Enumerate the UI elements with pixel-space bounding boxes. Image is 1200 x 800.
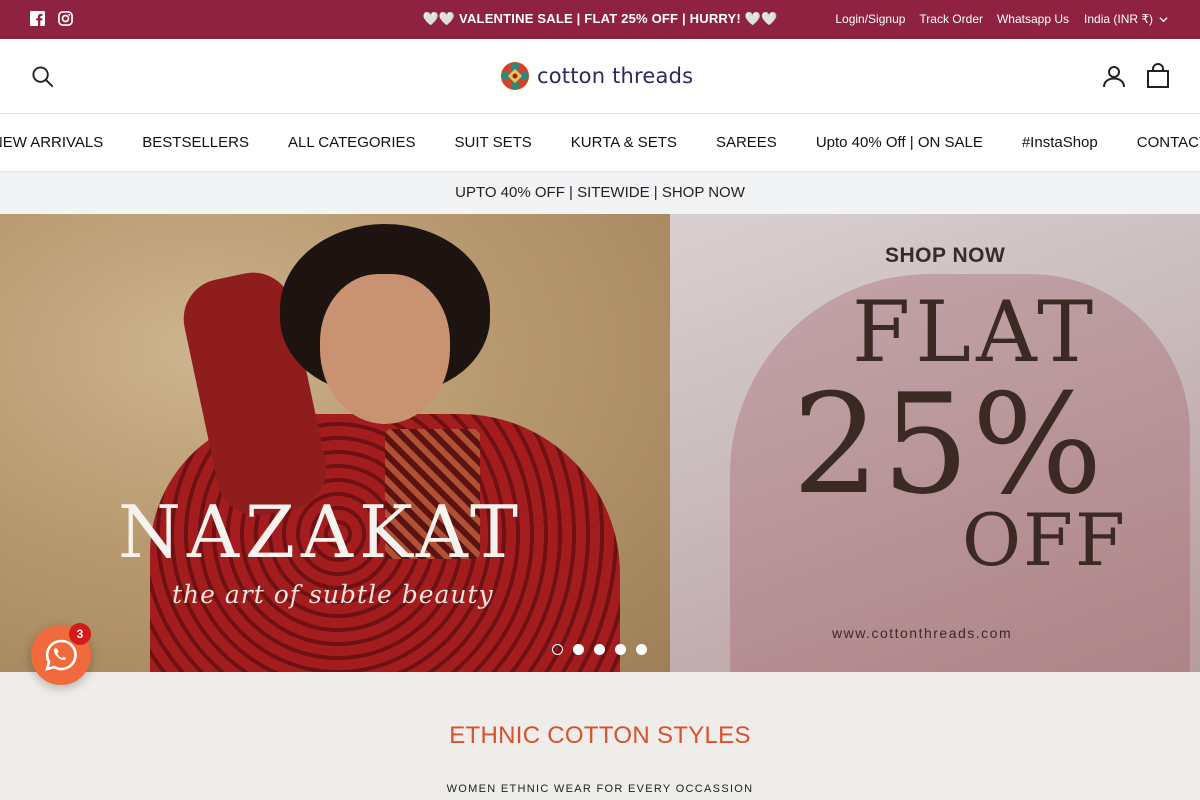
site-logo[interactable]: cotton threads bbox=[500, 61, 693, 91]
nav-item-all-categories[interactable]: ALL CATEGORIES bbox=[288, 134, 416, 151]
hero-title: NAZAKAT bbox=[118, 490, 524, 574]
search-icon[interactable] bbox=[31, 65, 54, 88]
logo-text: cotton threads bbox=[537, 64, 694, 88]
hero-slideshow[interactable]: NAZAKAT the art of subtle beauty SHOP NO… bbox=[0, 214, 1200, 672]
account-icon[interactable] bbox=[1102, 64, 1126, 88]
nav-item-bestsellers[interactable]: BESTSELLERS bbox=[142, 134, 249, 151]
nav-item-suit-sets[interactable]: SUIT SETS bbox=[455, 134, 532, 151]
country-label: India (INR ₹) bbox=[1084, 12, 1153, 26]
site-header: cotton threads bbox=[0, 39, 1200, 114]
nav-item-kurta-sets[interactable]: KURTA & SETS bbox=[571, 134, 677, 151]
track-order-link[interactable]: Track Order bbox=[919, 12, 983, 26]
slide-dot-2[interactable] bbox=[573, 644, 584, 655]
promo-strip[interactable]: UPTO 40% OFF | SITEWIDE | SHOP NOW bbox=[0, 172, 1200, 214]
logo-mark-icon bbox=[501, 62, 529, 90]
slide-dot-3[interactable] bbox=[594, 644, 605, 655]
section-subheading: WOMEN ETHNIC WEAR FOR EVERY OCCASSION bbox=[446, 783, 754, 795]
hero-flat: FLAT bbox=[852, 283, 1099, 381]
nav-item-contact[interactable]: CONTACT bbox=[1137, 134, 1200, 151]
cart-icon[interactable] bbox=[1146, 63, 1170, 88]
whatsapp-link[interactable]: Whatsapp Us bbox=[997, 12, 1069, 26]
collection-section: ETHNIC COTTON STYLES WOMEN ETHNIC WEAR F… bbox=[0, 672, 1200, 800]
hero-off: OFF bbox=[962, 498, 1127, 582]
nav-item-instashop[interactable]: #InstaShop bbox=[1022, 134, 1098, 151]
hero-shop-now[interactable]: SHOP NOW bbox=[885, 244, 1005, 268]
slide-dots bbox=[552, 644, 647, 655]
nav-item-sarees[interactable]: SAREES bbox=[716, 134, 777, 151]
section-heading: ETHNIC COTTON STYLES bbox=[449, 722, 751, 749]
hero-tagline: the art of subtle beauty bbox=[172, 580, 494, 609]
model-face bbox=[320, 274, 450, 424]
country-selector[interactable]: India (INR ₹) bbox=[1084, 12, 1168, 26]
hero-percent: 25% bbox=[792, 364, 1105, 525]
utility-links: Login/Signup Track Order Whatsapp Us Ind… bbox=[835, 12, 1168, 26]
whatsapp-chat-button[interactable]: 3 bbox=[31, 623, 91, 685]
login-link[interactable]: Login/Signup bbox=[835, 12, 905, 26]
nav-item-new-arrivals[interactable]: NEW ARRIVALS bbox=[0, 134, 103, 151]
chat-notification-badge: 3 bbox=[69, 623, 91, 645]
chevron-down-icon bbox=[1159, 16, 1168, 22]
main-nav: NEW ARRIVALS BESTSELLERS ALL CATEGORIES … bbox=[0, 114, 1200, 172]
hero-url: www.cottonthreads.com bbox=[832, 625, 1013, 641]
slide-dot-1[interactable] bbox=[552, 644, 563, 655]
nav-item-on-sale[interactable]: Upto 40% Off | ON SALE bbox=[816, 134, 983, 151]
slide-dot-5[interactable] bbox=[636, 644, 647, 655]
slide-dot-4[interactable] bbox=[615, 644, 626, 655]
announcement-bar: 🤍🤍 VALENTINE SALE | FLAT 25% OFF | HURRY… bbox=[0, 0, 1200, 39]
